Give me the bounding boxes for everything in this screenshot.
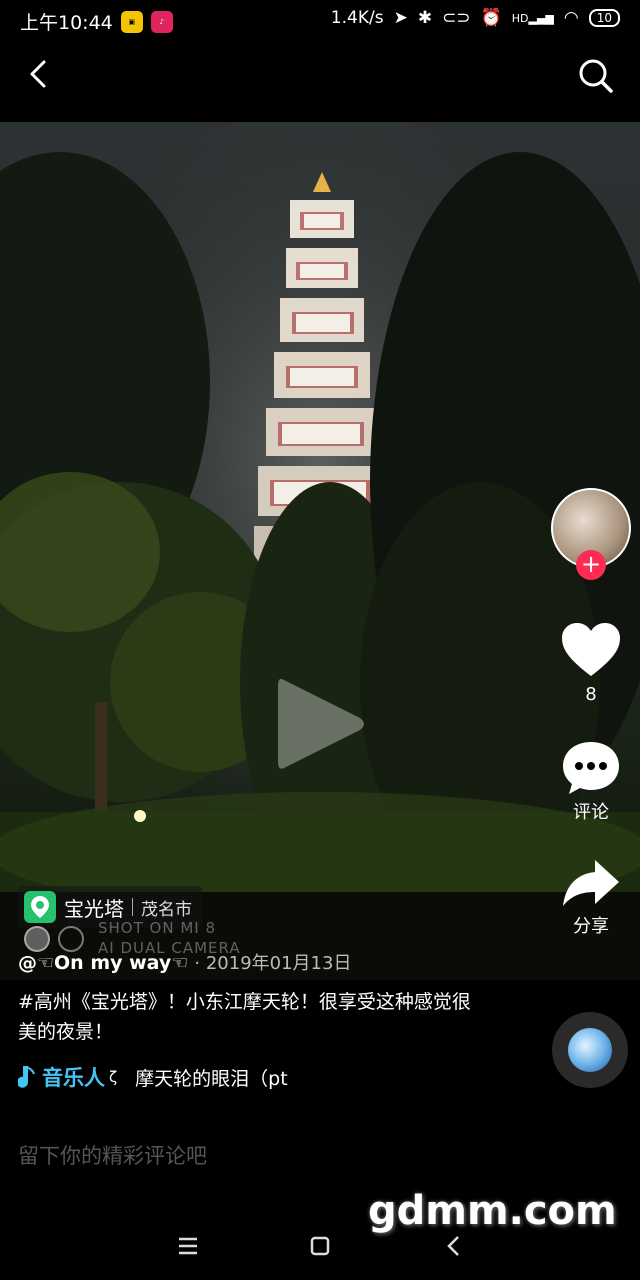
location-city: 茂名市	[141, 899, 192, 920]
top-bar	[0, 44, 640, 108]
back-arrow-icon	[30, 60, 46, 88]
battery-indicator: 10	[588, 9, 620, 27]
app-notification-icon: ▣	[120, 10, 143, 33]
video-frame	[0, 122, 640, 980]
home-square-icon	[310, 1236, 330, 1256]
system-nav-bar	[0, 1210, 640, 1280]
back-nav-button[interactable]	[436, 1228, 472, 1264]
location-pin-icon	[24, 891, 56, 923]
network-speed: 1.4K/s	[330, 8, 384, 28]
heart-icon	[562, 623, 620, 676]
comment-button[interactable]: 评论	[556, 740, 626, 824]
tiktok-notification-icon: ♪	[150, 10, 173, 33]
share-arrow-icon	[563, 860, 619, 906]
comment-input[interactable]: 留下你的精彩评论吧	[18, 1140, 207, 1170]
status-time: 上午10:44	[20, 12, 113, 34]
location-divider	[132, 898, 133, 916]
home-nav-button[interactable]	[302, 1228, 338, 1264]
music-disc-button[interactable]	[552, 1012, 628, 1088]
author-line: @☜On my way☜ · 2019年01月13日	[18, 949, 351, 975]
play-icon	[278, 678, 364, 769]
music-separator: ζ	[109, 1068, 118, 1086]
share-button[interactable]: 分享	[556, 858, 626, 938]
camera-watermark-line-1: SHOT ON MI 8	[98, 919, 217, 937]
play-button[interactable]	[276, 674, 366, 774]
signal-icon: HD▂▄▆	[511, 11, 554, 25]
music-info[interactable]: 音乐人 ζ 摩天轮的眼泪（pt	[18, 1062, 318, 1092]
search-icon	[579, 59, 613, 93]
menu-nav-button[interactable]	[170, 1228, 206, 1264]
video-player[interactable]	[0, 122, 640, 980]
bluetooth-icon: ✱	[417, 8, 433, 28]
post-date: · 2019年01月13日	[194, 953, 352, 974]
music-cover-icon	[568, 1028, 612, 1072]
comment-label: 评论	[573, 802, 609, 823]
like-button[interactable]: 8	[556, 622, 626, 705]
author-name[interactable]: @☜On my way☜	[18, 952, 188, 974]
back-nav-icon	[447, 1236, 459, 1256]
location-arrow-icon: ➤	[393, 8, 408, 28]
alarm-icon: ⏰	[480, 8, 502, 28]
like-count: 8	[585, 684, 597, 705]
music-note-icon	[18, 1066, 35, 1088]
follow-button[interactable]: +	[576, 550, 606, 580]
status-bar: 上午10:44 ▣ ♪ 1.4K/s ➤ ✱ ⊂⊃ ⏰ HD▂▄▆ ◠ 10	[0, 0, 640, 40]
toggle-icon: ⊂⊃	[442, 8, 471, 28]
comment-bubble-icon	[563, 742, 619, 794]
video-caption: #高州《宝光塔》！小东江摩天轮！很享受这种感觉很美的夜景！	[18, 991, 471, 1043]
music-title: 摩天轮的眼泪（pt	[135, 1067, 288, 1090]
music-author: 音乐人	[42, 1066, 105, 1090]
search-button[interactable]	[576, 56, 616, 96]
wifi-icon: ◠	[563, 8, 579, 28]
menu-icon	[179, 1237, 197, 1255]
back-button[interactable]	[22, 56, 62, 96]
share-label: 分享	[573, 916, 609, 937]
